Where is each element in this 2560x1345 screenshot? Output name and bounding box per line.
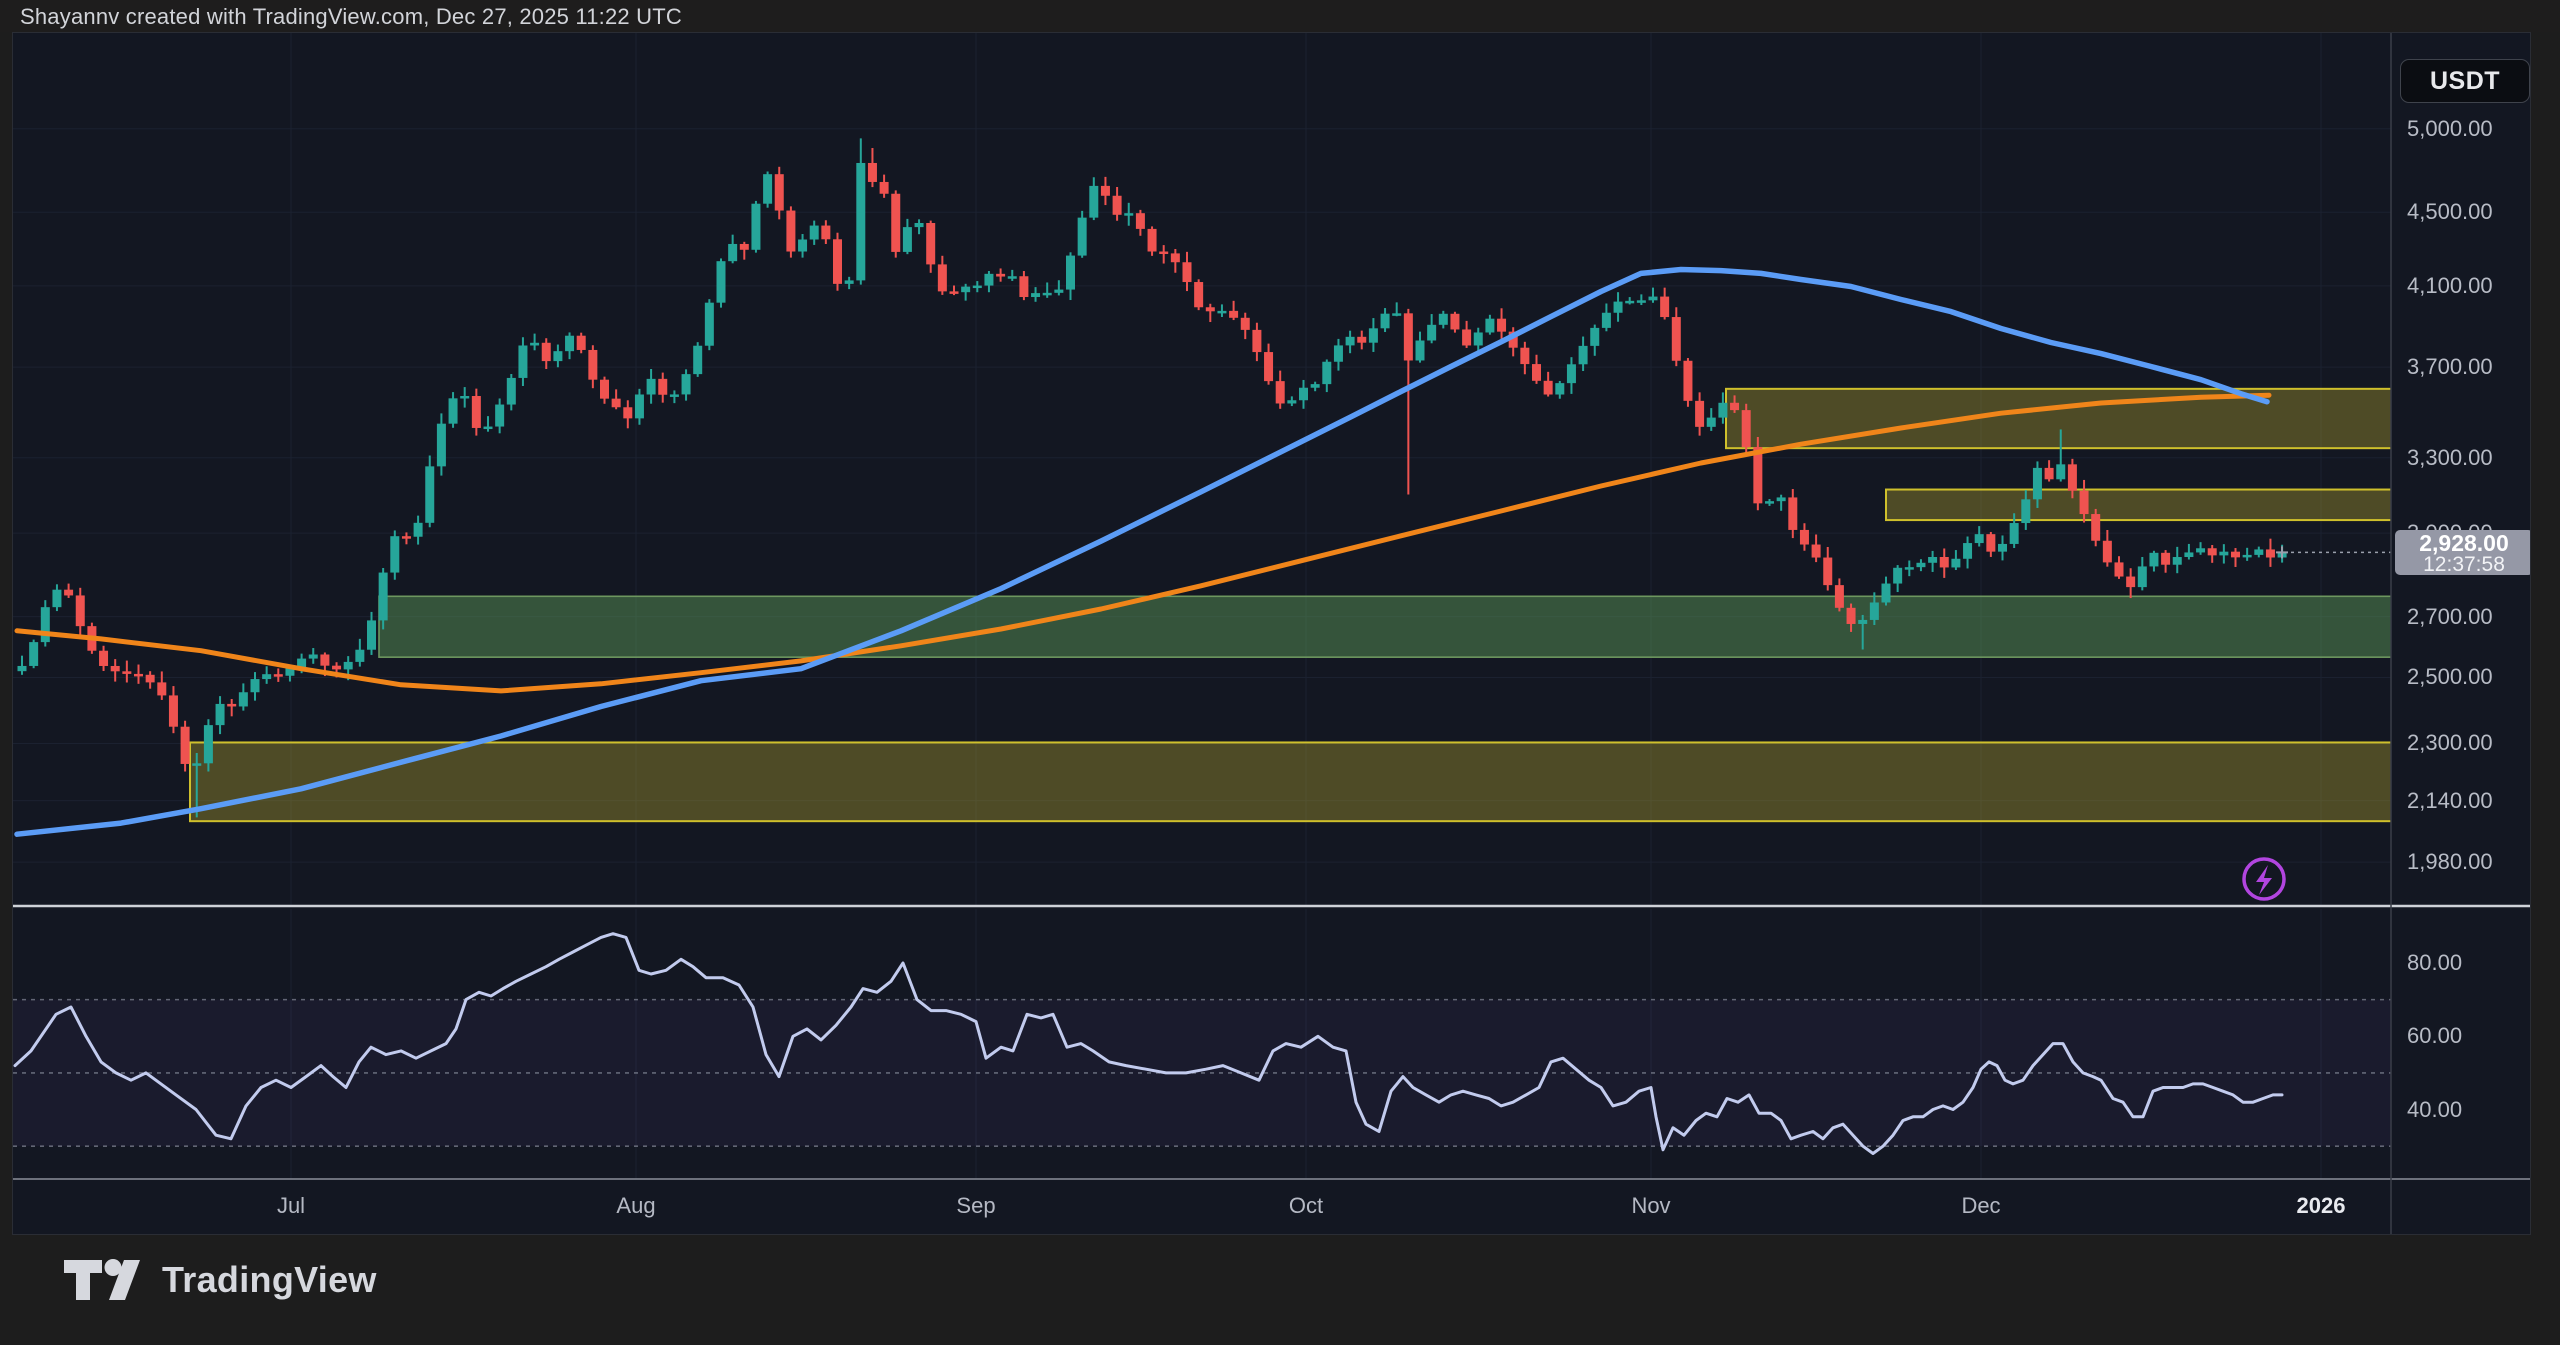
price-tick-label: 2,500.00 <box>2395 664 2531 690</box>
chart-canvas[interactable] <box>12 32 2531 1235</box>
rsi-tick-label: 40.00 <box>2395 1097 2531 1123</box>
currency-badge[interactable]: USDT <box>2400 59 2530 103</box>
bar-countdown: 12:37:58 <box>2395 555 2531 575</box>
month-tick-label: Sep <box>956 1193 995 1219</box>
attribution-bar: Shayannv created with TradingView.com, D… <box>0 0 2560 32</box>
flash-watermark-icon <box>2244 859 2284 899</box>
last-price-value: 2,928.00 <box>2395 531 2531 555</box>
attribution-text: Shayannv created with TradingView.com, D… <box>20 4 682 30</box>
price-tick-label: 1,980.00 <box>2395 849 2531 875</box>
month-tick-label: Aug <box>616 1193 655 1219</box>
last-price-badge: 2,928.00 12:37:58 <box>2395 530 2531 575</box>
tradingview-logo-text: TradingView <box>162 1259 377 1301</box>
logo-bar: TradingView <box>0 1235 2560 1345</box>
tradingview-logo-icon <box>64 1259 146 1301</box>
price-tick-label: 2,700.00 <box>2395 604 2531 630</box>
month-tick-label: Jul <box>277 1193 305 1219</box>
price-tick-label: 4,500.00 <box>2395 199 2531 225</box>
month-tick-label: Dec <box>1961 1193 2000 1219</box>
price-tick-label: 3,700.00 <box>2395 354 2531 380</box>
tradingview-logo[interactable]: TradingView <box>64 1259 377 1301</box>
year-tick-label: 2026 <box>2297 1193 2346 1219</box>
tradingview-screenshot: Shayannv created with TradingView.com, D… <box>0 0 2560 1345</box>
price-tick-label: 5,000.00 <box>2395 116 2531 142</box>
yellow-zone <box>190 742 2394 821</box>
price-tick-label: 4,100.00 <box>2395 273 2531 299</box>
support-resistance-zones <box>190 389 2394 821</box>
month-tick-label: Nov <box>1631 1193 1670 1219</box>
chart-widget[interactable]: USDT 5,000.00 4,500.00 4,100.00 3,700.00 3,3… <box>12 32 2531 1235</box>
rsi-indicator <box>13 934 2391 1154</box>
yellow-zone <box>1886 490 2394 521</box>
month-tick-label: Oct <box>1289 1193 1323 1219</box>
price-tick-label: 2,300.00 <box>2395 730 2531 756</box>
rsi-tick-label: 60.00 <box>2395 1023 2531 1049</box>
green-zone <box>379 596 2394 657</box>
price-tick-label: 2,140.00 <box>2395 788 2531 814</box>
rsi-tick-label: 80.00 <box>2395 950 2531 976</box>
candlestick-series <box>18 138 2287 817</box>
price-tick-label: 3,300.00 <box>2395 445 2531 471</box>
